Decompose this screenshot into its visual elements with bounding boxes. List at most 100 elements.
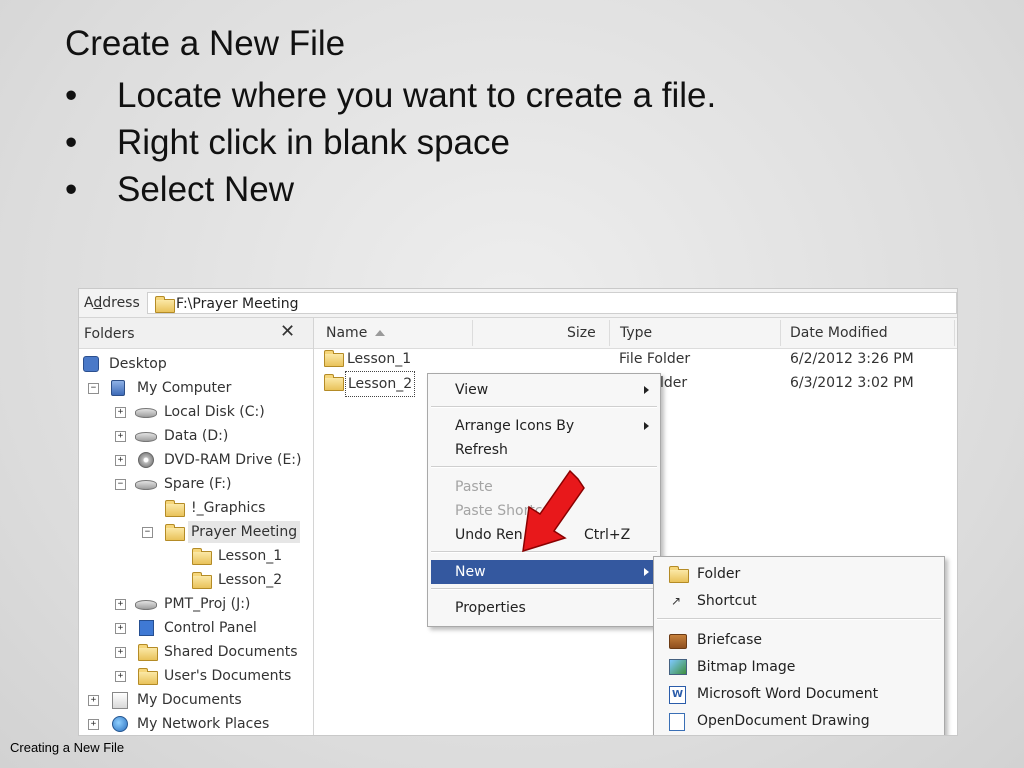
submenu-item-opendocument-drawing[interactable]: OpenDocument Drawing — [657, 708, 941, 734]
drive-icon — [135, 408, 157, 418]
folder-icon — [324, 374, 344, 391]
file-row-lesson-1[interactable]: Lesson_1 File Folder 6/2/2012 3:26 PM — [314, 347, 957, 371]
column-divider[interactable] — [780, 320, 781, 346]
address-path: F:\Prayer Meeting — [176, 296, 299, 312]
folders-title: Folders — [84, 326, 135, 342]
column-divider[interactable] — [472, 320, 473, 346]
expand-icon[interactable]: + — [115, 599, 126, 610]
folder-icon — [165, 500, 185, 517]
explorer-screenshot: Address F:\Prayer Meeting Folders ✕ Desk… — [78, 288, 958, 736]
file-type: File Folder — [619, 351, 691, 367]
bullet-list: • Locate where you want to create a file.… — [65, 72, 716, 213]
address-bar: Address F:\Prayer Meeting — [79, 289, 957, 318]
collapse-icon[interactable]: − — [88, 383, 99, 394]
file-name: Lesson_2 — [345, 371, 416, 397]
submenu-arrow-icon — [644, 386, 649, 394]
slide-footer: Creating a New File — [10, 740, 125, 755]
collapse-icon[interactable]: − — [115, 479, 126, 490]
file-type: lder — [660, 375, 688, 391]
file-name: Lesson_1 — [347, 351, 412, 367]
menu-item-view[interactable]: View — [431, 378, 657, 402]
menu-item-paste-shortcut: Paste Shortcu — [455, 503, 552, 519]
bullet-text: Locate where you want to create a file. — [117, 76, 717, 115]
menu-shortcut: Ctrl+Z — [584, 527, 631, 543]
collapse-icon[interactable]: − — [142, 527, 153, 538]
shortcut-icon: ↗ — [671, 594, 682, 608]
folder-icon — [669, 566, 689, 583]
submenu-item-folder[interactable]: Folder — [657, 561, 941, 587]
file-date-modified: 6/2/2012 3:26 PM — [790, 351, 914, 367]
control-panel-icon — [139, 620, 154, 636]
address-field[interactable]: F:\Prayer Meeting — [147, 292, 957, 314]
new-submenu: Folder ↗ Shortcut Briefcase Bitmap Image… — [653, 556, 945, 735]
folder-icon — [192, 572, 212, 589]
column-divider[interactable] — [609, 320, 610, 346]
drawing-document-icon — [669, 713, 685, 731]
submenu-item-briefcase[interactable]: Briefcase — [657, 627, 941, 653]
address-label: Address — [84, 295, 140, 311]
bullet-dot: • — [65, 170, 78, 209]
dvd-icon — [138, 452, 154, 468]
submenu-arrow-icon — [644, 568, 649, 576]
menu-item-refresh[interactable]: Refresh — [431, 438, 657, 462]
folder-icon — [155, 296, 175, 313]
menu-item-arrange-icons-by[interactable]: Arrange Icons By — [431, 414, 657, 438]
expand-icon[interactable]: + — [88, 695, 99, 706]
menu-item-undo-rename[interactable]: Undo Ren Ctrl+Z — [431, 523, 657, 547]
menu-separator — [431, 466, 657, 468]
folder-icon — [138, 644, 158, 661]
desktop-icon — [83, 356, 99, 372]
drive-icon — [135, 600, 157, 610]
expand-icon[interactable]: + — [115, 623, 126, 634]
column-type[interactable]: Type — [620, 325, 652, 341]
slide-title: Create a New File — [65, 24, 346, 63]
bullet-text: Select New — [117, 170, 295, 209]
menu-separator — [431, 551, 657, 553]
bullet-item: • Select New — [65, 166, 716, 213]
submenu-arrow-icon — [644, 422, 649, 430]
folders-header: Folders ✕ — [79, 318, 313, 349]
menu-separator — [431, 588, 657, 590]
close-icon[interactable]: ✕ — [280, 321, 295, 342]
bullet-dot: • — [65, 123, 78, 162]
expand-icon[interactable]: + — [115, 431, 126, 442]
file-list-header: Name Size Type Date Modified — [314, 318, 957, 349]
computer-icon — [111, 380, 125, 396]
expand-icon[interactable]: + — [88, 719, 99, 730]
column-size[interactable]: Size — [567, 325, 596, 341]
folder-icon — [138, 668, 158, 685]
bitmap-icon — [669, 659, 687, 675]
expand-icon[interactable]: + — [115, 455, 126, 466]
bullet-item: • Locate where you want to create a file. — [65, 72, 716, 119]
column-date-modified[interactable]: Date Modified — [790, 325, 888, 341]
network-icon — [112, 716, 128, 732]
sort-ascending-icon — [375, 330, 386, 336]
menu-item-properties[interactable]: Properties — [431, 596, 657, 620]
submenu-item-bitmap-image[interactable]: Bitmap Image — [657, 654, 941, 680]
expand-icon[interactable]: + — [115, 647, 126, 658]
folders-pane: Folders ✕ Desktop − My Computer + Local … — [79, 318, 314, 735]
briefcase-icon — [669, 634, 687, 649]
file-date-modified: 6/3/2012 3:02 PM — [790, 375, 914, 391]
bullet-item: • Right click in blank space — [65, 119, 716, 166]
folder-icon — [192, 548, 212, 565]
folder-icon — [165, 524, 185, 541]
column-name[interactable]: Name — [326, 325, 386, 341]
column-divider[interactable] — [954, 320, 955, 346]
drive-icon — [135, 432, 157, 442]
drive-icon — [135, 480, 157, 490]
menu-item-paste: Paste — [455, 479, 493, 495]
bullet-text: Right click in blank space — [117, 123, 510, 162]
expand-icon[interactable]: + — [115, 407, 126, 418]
menu-item-new[interactable]: New — [431, 560, 657, 584]
menu-separator — [657, 618, 941, 620]
submenu-item-word-document[interactable]: W Microsoft Word Document — [657, 681, 941, 707]
context-menu: View Arrange Icons By Refresh Paste Past… — [427, 373, 661, 627]
word-document-icon: W — [669, 686, 686, 704]
documents-icon — [112, 692, 128, 709]
menu-separator — [431, 406, 657, 408]
expand-icon[interactable]: + — [115, 671, 126, 682]
bullet-dot: • — [65, 76, 78, 115]
submenu-item-shortcut[interactable]: ↗ Shortcut — [657, 588, 941, 614]
folder-icon — [324, 350, 344, 367]
